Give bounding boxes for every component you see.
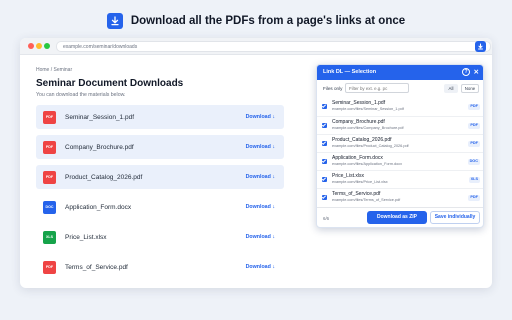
item-name: Terms_of_Service.pdf: [332, 191, 381, 197]
file-type-icon: PDF: [43, 140, 56, 154]
window-maximize-button[interactable]: [44, 43, 50, 49]
file-name: Seminar_Session_1.pdf: [65, 113, 135, 121]
item-url: example.com/files/Product_Catalog_2026.p…: [332, 144, 409, 148]
save-individually-button[interactable]: Save individually: [430, 211, 480, 224]
file-row[interactable]: PDF Company_Brochure.pdf Download ↓: [36, 135, 284, 159]
promo-title: Download all the PDFs from a page's link…: [130, 15, 406, 27]
file-type-icon: PDF: [43, 110, 56, 124]
item-type-badge: DOC: [467, 159, 480, 165]
download-link[interactable]: Download ↓: [246, 264, 275, 270]
item-url: example.com/files/Terms_of_Service.pdf: [332, 198, 401, 202]
popup-list-item[interactable]: Seminar_Session_1.pdf example.com/files/S…: [317, 98, 483, 116]
select-none-button[interactable]: None: [461, 84, 479, 93]
popup-list-item[interactable]: Price_List.xlsx example.com/files/Price_L…: [317, 170, 483, 188]
item-checkbox[interactable]: [322, 177, 327, 182]
item-name: Price_List.xlsx: [332, 173, 364, 179]
close-icon[interactable]: ✕: [474, 65, 479, 80]
browser-toolbar: example.com/seminar/downloads: [20, 38, 492, 55]
item-checkbox[interactable]: [322, 195, 327, 200]
popup-list-item[interactable]: Product_Catalog_2026.pdf example.com/file…: [317, 134, 483, 152]
file-row[interactable]: PDF Seminar_Session_1.pdf Download ↓: [36, 105, 284, 129]
download-link[interactable]: Download ↓: [246, 114, 275, 120]
download-icon: [106, 13, 123, 29]
download-link[interactable]: Download ↓: [246, 144, 275, 150]
download-link[interactable]: Download ↓: [246, 234, 275, 240]
file-row[interactable]: PDF Product_Catalog_2026.pdf Download ↓: [36, 165, 284, 189]
item-name: Seminar_Session_1.pdf: [332, 100, 386, 106]
item-type-badge: XLS: [468, 177, 480, 183]
popup-footer: 6/6 Download as ZIP Save individually: [317, 207, 483, 227]
select-all-button[interactable]: All: [444, 84, 458, 93]
files-only-toggle[interactable]: Files only: [323, 86, 342, 91]
file-type-icon: PDF: [43, 260, 56, 274]
item-name: Product_Catalog_2026.pdf: [332, 137, 392, 143]
filter-row: Files only All None: [317, 80, 483, 97]
file-name: Company_Brochure.pdf: [65, 143, 134, 151]
popup-title: Link DL — Selection: [323, 69, 377, 75]
popup-list-item[interactable]: Terms_of_Service.pdf example.com/files/Te…: [317, 188, 483, 206]
item-name: Company_Brochure.pdf: [332, 119, 385, 125]
item-checkbox[interactable]: [322, 123, 327, 128]
file-type-icon: PDF: [43, 170, 56, 184]
address-bar[interactable]: example.com/seminar/downloads: [56, 41, 491, 52]
item-name: Application_Form.docx: [332, 155, 383, 161]
filter-input[interactable]: [345, 83, 409, 93]
file-name: Product_Catalog_2026.pdf: [65, 173, 143, 181]
file-row[interactable]: XLS Price_List.xlsx Download ↓: [36, 225, 284, 249]
popup-list-item[interactable]: Application_Form.docx example.com/files/A…: [317, 152, 483, 170]
file-type-icon: XLS: [43, 230, 56, 244]
item-type-badge: PDF: [468, 141, 480, 147]
page-subtitle: You can download the materials below.: [36, 92, 126, 98]
item-url: example.com/files/Company_Brochure.pdf: [332, 126, 404, 130]
help-icon[interactable]: ?: [462, 68, 470, 76]
download-link[interactable]: Download ↓: [246, 174, 275, 180]
popup-list-item[interactable]: Company_Brochure.pdf example.com/files/Co…: [317, 116, 483, 134]
breadcrumb[interactable]: Home / Seminar: [36, 67, 308, 73]
item-checkbox[interactable]: [322, 159, 327, 164]
item-type-badge: PDF: [468, 195, 480, 201]
extension-popup: Link DL — Selection ? ✕ Files only All N…: [316, 64, 484, 228]
item-checkbox[interactable]: [322, 104, 327, 109]
file-type-icon: DOC: [43, 200, 56, 214]
file-name: Application_Form.docx: [65, 203, 132, 211]
file-row[interactable]: PDF Terms_of_Service.pdf Download ↓: [36, 255, 284, 279]
item-url: example.com/files/Seminar_Session_1.pdf: [332, 107, 404, 111]
item-type-badge: PDF: [468, 123, 480, 129]
download-link[interactable]: Download ↓: [246, 204, 275, 210]
window-close-button[interactable]: [28, 43, 34, 49]
page-title: Seminar Document Downloads: [36, 78, 184, 89]
promo-banner: Download all the PDFs from a page's link…: [0, 11, 512, 31]
file-name: Terms_of_Service.pdf: [65, 263, 128, 271]
popup-header: Link DL — Selection ? ✕: [317, 65, 483, 80]
item-checkbox[interactable]: [322, 141, 327, 146]
item-type-badge: PDF: [468, 104, 480, 110]
item-url: example.com/files/Application_Form.docx: [332, 162, 403, 166]
item-url: example.com/files/Price_List.xlsx: [332, 180, 388, 184]
file-row[interactable]: DOC Application_Form.docx Download ↓: [36, 195, 284, 219]
file-name: Price_List.xlsx: [65, 233, 107, 241]
extension-download-icon[interactable]: [475, 41, 486, 52]
download-zip-button[interactable]: Download as ZIP: [367, 211, 427, 224]
page-content: Home / Seminar Seminar Document Download…: [36, 67, 308, 274]
window-minimize-button[interactable]: [36, 43, 42, 49]
selected-count: 6/6: [323, 216, 330, 221]
